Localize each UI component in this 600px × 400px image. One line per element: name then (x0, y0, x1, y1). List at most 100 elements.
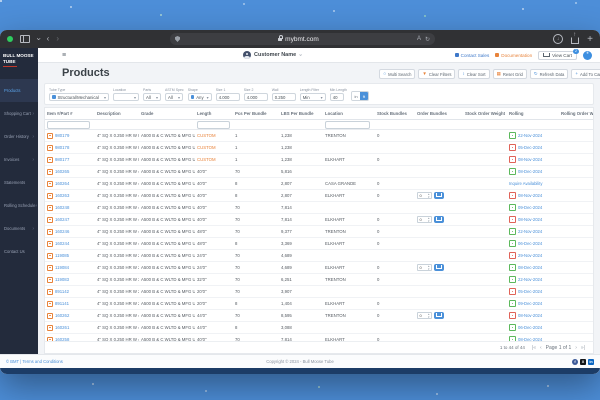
facebook-icon[interactable]: f (572, 358, 578, 365)
rolling-cart-icon[interactable] (509, 240, 516, 247)
item-number-link[interactable]: 891141 (55, 301, 69, 306)
item-number-link[interactable]: 980177 (55, 157, 69, 162)
inquire-availability-link[interactable]: Inquire Availability (509, 181, 542, 186)
column-header-9[interactable]: Stock Order Weight (463, 108, 507, 119)
cart-add-icon[interactable] (47, 252, 53, 259)
reset-grid-button[interactable]: ▦ Reset Grid (492, 69, 527, 79)
documentation-link[interactable]: Documentation (495, 53, 532, 58)
column-header-7[interactable]: Stock Bundles (375, 108, 415, 119)
cart-add-icon[interactable] (47, 240, 53, 247)
table-row[interactable]: 891141 4" SQ X 0.250 HR W 20'A500 B & C W… (45, 298, 593, 310)
sidebar-toggle-icon[interactable] (20, 35, 30, 43)
table-row[interactable]: 160248 4" SQ X 0.250 HR W 40'A500 B & C W… (45, 202, 593, 214)
sidebar-item-products[interactable]: Products (0, 79, 38, 103)
add-to-cart-button[interactable]: + Add To Cart (571, 69, 600, 79)
item-number-link[interactable]: 891142 (55, 289, 69, 294)
last-page-icon[interactable]: »| (581, 345, 585, 351)
column-filter-input[interactable] (197, 120, 230, 129)
item-number-link[interactable]: 160264 (55, 181, 69, 186)
cart-add-icon[interactable] (47, 192, 53, 199)
table-row[interactable]: 160246 4" SQ X 0.250 HR W 48'A500 B & C W… (45, 226, 593, 238)
filter-select[interactable]: Structural/Mechanical ▾ (49, 93, 109, 101)
rolling-cart-icon[interactable] (509, 168, 516, 175)
column-header-10[interactable]: Rolling (507, 108, 559, 119)
unit-toggle[interactable]: in ft (351, 91, 370, 101)
window-traffic-light-green[interactable] (7, 36, 13, 42)
new-tab-icon[interactable]: + (587, 34, 593, 45)
sidebar-item-order-history[interactable]: Order History › (0, 125, 38, 148)
hamburger-menu-icon[interactable]: ≡ (62, 52, 66, 59)
sidebar-item-documents[interactable]: Documents › (0, 217, 38, 240)
unit-ft-segment[interactable]: ft (360, 92, 369, 100)
table-row[interactable]: 119084 4" SQ X 0.250 HR W 24'A500 B & C W… (45, 262, 593, 274)
share-icon[interactable] (571, 32, 580, 44)
item-number-link[interactable]: 160262 (55, 313, 69, 318)
column-header-6[interactable]: Location (323, 108, 375, 119)
table-row[interactable]: 160247 4" SQ X 0.250 HR W 40'A500 B & C W… (45, 214, 593, 226)
rolling-cart-icon[interactable] (509, 192, 516, 199)
column-filter-input[interactable] (47, 120, 91, 129)
table-row[interactable]: 980178 4" SQ X 0.250 HR W 88"A500 B & C W… (45, 142, 593, 154)
refresh-data-button[interactable]: ↻ Refresh Data (529, 69, 569, 79)
cart-add-icon[interactable] (47, 228, 53, 235)
translate-icon[interactable]: A (417, 36, 421, 42)
table-row[interactable]: 980179 4" SQ X 0.250 HR W 88"A500 B & C W… (45, 130, 593, 142)
table-row[interactable]: 119083 4" SQ X 0.250 HR W 32'A500 B & C W… (45, 274, 593, 286)
forward-icon[interactable]: › (56, 35, 59, 43)
customer-selector[interactable]: Customer Name › (243, 51, 303, 59)
order-quantity-stepper[interactable]: 0 ▴ ▾ (417, 264, 432, 271)
column-header-1[interactable]: Description (95, 108, 139, 119)
stepper-arrows-icon[interactable]: ▴ ▾ (428, 217, 430, 222)
add-to-cart-button[interactable] (434, 216, 444, 223)
order-quantity-stepper[interactable]: 0 ▴ ▾ (417, 192, 432, 199)
rolling-cart-icon[interactable] (509, 312, 516, 319)
item-number-link[interactable]: 160247 (55, 217, 69, 222)
cart-add-icon[interactable] (47, 324, 53, 331)
sidebar-item-statements[interactable]: Statements (0, 171, 38, 194)
settings-button[interactable]: * (583, 50, 592, 60)
rolling-cart-icon[interactable] (509, 252, 516, 259)
clear-filters-button[interactable]: ▼ Clear Filters (418, 69, 456, 79)
column-header-2[interactable]: Grade (139, 108, 195, 119)
first-page-icon[interactable]: |« (532, 345, 536, 351)
sidebar-item-contact-us[interactable]: Contact Us (0, 240, 38, 263)
prev-page-icon[interactable]: ‹ (540, 345, 542, 351)
table-row[interactable]: 160262 4" SQ X 0.250 HR W 44'A500 B & C W… (45, 310, 593, 322)
item-number-link[interactable]: 119085 (55, 253, 69, 258)
linkedin-icon[interactable]: in (588, 358, 594, 365)
filter-select[interactable]: Min ▾ (299, 93, 326, 101)
filter-input[interactable]: 40 (329, 93, 344, 101)
url-text[interactable]: mybmt.com (285, 36, 319, 43)
item-number-link[interactable]: 119084 (55, 265, 69, 270)
filter-select[interactable]: Any ▾ (187, 93, 212, 101)
item-number-link[interactable]: 980179 (55, 133, 69, 138)
sidebar-item-shopping-cart[interactable]: Shopping Cart › (0, 102, 38, 125)
add-to-cart-button[interactable] (434, 264, 444, 271)
rolling-cart-icon[interactable] (509, 324, 516, 331)
column-header-0[interactable]: Item #/Part # (45, 108, 95, 119)
table-row[interactable]: 160263 4" SQ X 0.250 HR W 40'A500 B & C W… (45, 190, 593, 202)
unit-in-segment[interactable]: in (352, 92, 361, 100)
item-number-link[interactable]: 980178 (55, 145, 69, 150)
filter-select[interactable]: All ▾ (143, 93, 161, 101)
column-header-5[interactable]: LBS Per Bundle (279, 108, 323, 119)
filter-select[interactable]: All ▾ (165, 93, 183, 101)
filter-input[interactable]: 4.000 (243, 93, 268, 101)
column-header-4[interactable]: Pcs Per Bundle (233, 108, 279, 119)
table-row[interactable]: 160264 4" SQ X 0.250 HR W 40'A500 B & C W… (45, 178, 593, 190)
item-number-link[interactable]: 160246 (55, 229, 69, 234)
clear-sort-button[interactable]: ↕ Clear Sort (458, 69, 490, 79)
cart-add-icon[interactable] (47, 204, 53, 211)
back-icon[interactable]: ‹ (47, 35, 50, 43)
stepper-arrows-icon[interactable]: ▴ ▾ (428, 313, 430, 318)
reload-icon[interactable]: ↻ (425, 36, 430, 43)
table-row[interactable]: 980177 4" SQ X 0.250 HR W 88"A500 B & C W… (45, 154, 593, 166)
item-number-link[interactable]: 119083 (55, 277, 69, 282)
rolling-cart-icon[interactable] (509, 132, 516, 139)
sidebar-item-invoices[interactable]: Invoices › (0, 148, 38, 171)
privacy-shield-icon[interactable] (175, 36, 180, 42)
cart-add-icon[interactable] (47, 264, 53, 271)
rolling-cart-icon[interactable] (509, 228, 516, 235)
item-number-link[interactable]: 160261 (55, 325, 69, 330)
rolling-cart-icon[interactable] (509, 144, 516, 151)
